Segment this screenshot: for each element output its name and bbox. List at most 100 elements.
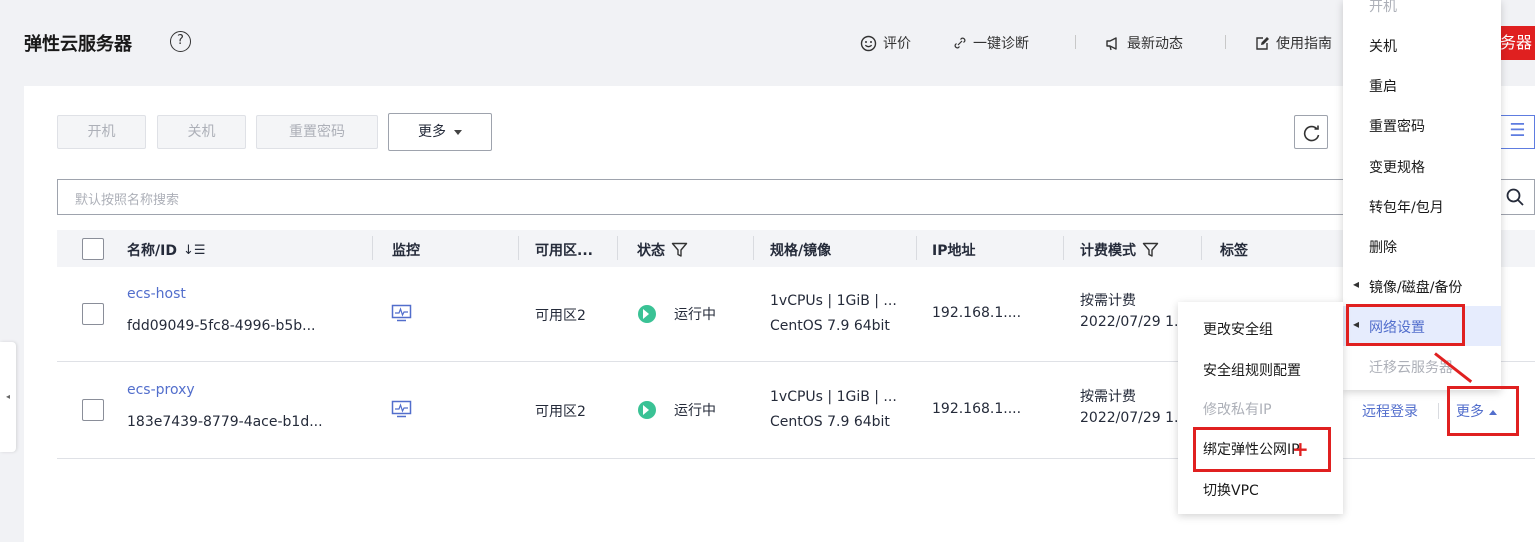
list-icon: ☰ bbox=[1509, 120, 1526, 141]
op-divider bbox=[1438, 403, 1439, 419]
ip-address: 192.168.1.... bbox=[932, 401, 1022, 417]
instance-image: CentOS 7.9 64bit bbox=[770, 318, 890, 334]
reset-password-button[interactable]: 重置密码 bbox=[256, 115, 378, 149]
column-header-label: 状态 bbox=[637, 243, 665, 259]
chevron-down-icon bbox=[454, 129, 462, 135]
stop-button[interactable]: 关机 bbox=[157, 115, 246, 149]
refresh-button[interactable] bbox=[1294, 115, 1328, 149]
megaphone-icon bbox=[1106, 36, 1117, 50]
column-header-label: 名称/ID bbox=[127, 243, 177, 259]
refresh-icon bbox=[1303, 125, 1320, 142]
start-button[interactable]: 开机 bbox=[57, 115, 146, 149]
header-divider bbox=[1225, 35, 1226, 49]
row-checkbox[interactable] bbox=[82, 303, 104, 325]
link-icon bbox=[954, 37, 966, 49]
zone: 可用区2 bbox=[535, 308, 586, 324]
search-icon[interactable] bbox=[1505, 187, 1525, 207]
instance-spec: 1vCPUs | 1GiB | ... bbox=[770, 389, 897, 405]
column-header-billing[interactable]: 计费模式 bbox=[1080, 240, 1159, 260]
guide-link[interactable]: 使用指南 bbox=[1255, 33, 1332, 53]
menu-item-to-yearly-monthly[interactable]: 转包年/包月 bbox=[1369, 197, 1444, 217]
sort-icon[interactable]: ↓☰ bbox=[183, 243, 206, 258]
collapse-sidebar-handle[interactable]: ◂ bbox=[0, 342, 16, 452]
select-all-checkbox[interactable] bbox=[82, 238, 104, 260]
feedback-label: 评价 bbox=[883, 36, 911, 52]
column-header-monitor: 监控 bbox=[392, 240, 420, 260]
submenu-item-modify-private-ip[interactable]: 修改私有IP bbox=[1203, 399, 1272, 419]
monitor-icon[interactable] bbox=[391, 304, 412, 322]
annotation-box-network-settings bbox=[1346, 304, 1465, 346]
zone: 可用区2 bbox=[535, 404, 586, 420]
filter-icon[interactable] bbox=[671, 242, 688, 258]
monitor-icon[interactable] bbox=[391, 400, 412, 418]
page-header: 弹性云服务器 ? 评价 一键诊断 最新动态 使用指南 务器 bbox=[0, 0, 1535, 86]
menu-item-restart[interactable]: 重启 bbox=[1369, 76, 1397, 96]
column-header-name[interactable]: 名称/ID ↓☰ bbox=[127, 240, 206, 260]
column-header-label: IP地址 bbox=[932, 243, 976, 259]
row-checkbox[interactable] bbox=[82, 399, 104, 421]
search-placeholder: 默认按照名称搜索 bbox=[75, 193, 180, 208]
menu-item-start[interactable]: 开机 bbox=[1369, 0, 1397, 16]
column-header-status[interactable]: 状态 bbox=[637, 240, 688, 260]
buy-server-button[interactable]: 务器 bbox=[1496, 26, 1535, 60]
status-text: 运行中 bbox=[674, 403, 716, 419]
menu-item-stop[interactable]: 关机 bbox=[1369, 36, 1397, 56]
column-divider bbox=[518, 236, 519, 260]
instance-name-link[interactable]: ecs-host bbox=[127, 286, 186, 302]
status-text: 运行中 bbox=[674, 307, 716, 323]
submenu-item-security-group-rules[interactable]: 安全组规则配置 bbox=[1203, 360, 1301, 380]
annotation-box-bind-eip bbox=[1193, 427, 1331, 472]
news-label: 最新动态 bbox=[1127, 36, 1183, 52]
menu-item-image-disk-backup[interactable]: 镜像/磁盘/备份 bbox=[1353, 277, 1463, 297]
remote-login-link[interactable]: 远程登录 bbox=[1362, 401, 1418, 421]
list-view-button[interactable]: ☰ bbox=[1500, 115, 1535, 149]
help-icon[interactable]: ? bbox=[170, 31, 191, 52]
billing-date: 2022/07/29 1... bbox=[1080, 410, 1188, 426]
more-actions-label: 更多 bbox=[418, 124, 446, 140]
column-divider bbox=[1201, 236, 1202, 260]
column-header-label: 监控 bbox=[392, 243, 420, 259]
instance-spec: 1vCPUs | 1GiB | ... bbox=[770, 293, 897, 309]
billing-mode: 按需计费 bbox=[1080, 389, 1136, 405]
column-header-zone: 可用区... bbox=[535, 240, 593, 260]
instance-id: fdd09049-5fc8-4996-b5b... bbox=[127, 318, 316, 334]
guide-label: 使用指南 bbox=[1276, 36, 1332, 52]
column-header-tags: 标签 bbox=[1220, 240, 1248, 260]
column-header-label: 可用区... bbox=[535, 243, 593, 259]
column-header-label: 标签 bbox=[1220, 243, 1248, 259]
submenu-item-switch-vpc[interactable]: 切换VPC bbox=[1203, 480, 1259, 500]
column-divider bbox=[916, 236, 917, 260]
ip-address: 192.168.1.... bbox=[932, 305, 1022, 321]
billing-mode: 按需计费 bbox=[1080, 293, 1136, 309]
column-divider bbox=[1063, 236, 1064, 260]
news-link[interactable]: 最新动态 bbox=[1105, 33, 1183, 53]
running-status-icon bbox=[638, 305, 656, 323]
smiley-icon bbox=[860, 35, 877, 51]
search-input[interactable]: 默认按照名称搜索 bbox=[57, 179, 1535, 215]
cursor-icon: + bbox=[1292, 437, 1309, 461]
more-actions-button[interactable]: 更多 bbox=[388, 113, 492, 151]
column-header-spec: 规格/镜像 bbox=[770, 240, 831, 260]
column-divider bbox=[617, 236, 618, 260]
header-divider bbox=[1075, 35, 1076, 49]
menu-item-reset-password[interactable]: 重置密码 bbox=[1369, 116, 1425, 136]
instance-id: 183e7439-8779-4ace-b1d... bbox=[127, 414, 323, 430]
column-header-label: 规格/镜像 bbox=[770, 243, 832, 259]
filter-icon[interactable] bbox=[1142, 242, 1159, 258]
diagnose-label: 一键诊断 bbox=[973, 36, 1029, 52]
column-header-ip: IP地址 bbox=[932, 240, 975, 260]
column-header-label: 计费模式 bbox=[1080, 243, 1136, 259]
column-divider bbox=[372, 236, 373, 260]
diagnose-link[interactable]: 一键诊断 bbox=[953, 33, 1029, 53]
submenu-item-change-security-group[interactable]: 更改安全组 bbox=[1203, 319, 1273, 339]
feedback-link[interactable]: 评价 bbox=[860, 33, 911, 53]
instance-image: CentOS 7.9 64bit bbox=[770, 414, 890, 430]
running-status-icon bbox=[638, 401, 656, 419]
edit-doc-icon bbox=[1256, 36, 1269, 50]
page-title: 弹性云服务器 bbox=[24, 34, 132, 55]
menu-item-delete[interactable]: 删除 bbox=[1369, 237, 1397, 257]
instance-name-link[interactable]: ecs-proxy bbox=[127, 382, 195, 398]
column-divider bbox=[753, 236, 754, 260]
billing-date: 2022/07/29 1... bbox=[1080, 314, 1188, 330]
menu-item-resize[interactable]: 变更规格 bbox=[1369, 157, 1425, 177]
